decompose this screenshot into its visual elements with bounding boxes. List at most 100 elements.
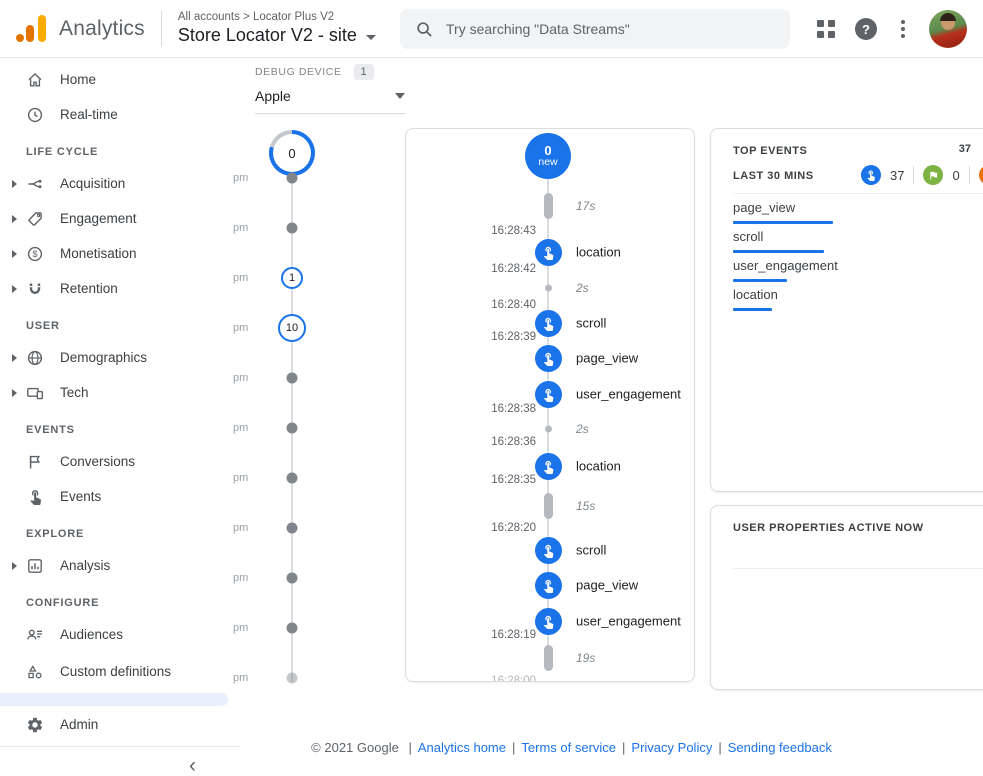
top-events-card: TOP EVENTS 37 LAST 30 MINS 370 page_view… xyxy=(710,128,983,492)
expand-arrow-icon[interactable] xyxy=(12,562,26,570)
event-name[interactable]: page_view xyxy=(576,351,638,366)
minute-marker-dot[interactable] xyxy=(287,523,298,534)
minute-marker-count[interactable]: 1 xyxy=(281,267,303,289)
divider xyxy=(733,193,983,194)
new-events-marker[interactable]: 0 new xyxy=(525,133,571,179)
sidebar-item-label: Tech xyxy=(60,385,190,401)
apps-grid-icon[interactable] xyxy=(817,20,835,38)
top-event-row[interactable]: location xyxy=(733,286,983,315)
minute-label: pm xyxy=(233,572,248,584)
error-icon xyxy=(979,165,983,185)
sidebar-item-tech[interactable]: Tech xyxy=(0,375,222,410)
event-marker[interactable] xyxy=(535,345,562,372)
acquisition-icon xyxy=(26,175,44,193)
sidebar-item-label: Audiences xyxy=(60,627,190,643)
minute-row: pm xyxy=(225,666,335,690)
sidebar-item-real-time[interactable]: Real-time xyxy=(0,97,222,132)
minute-label: pm xyxy=(233,372,248,384)
minute-marker-dot[interactable] xyxy=(287,423,298,434)
sidebar-item-acquisition[interactable]: Acquisition xyxy=(0,166,222,201)
event-marker[interactable] xyxy=(535,381,562,408)
minute-marker-dot[interactable] xyxy=(287,223,298,234)
minute-marker-dot[interactable] xyxy=(287,373,298,384)
minutes-stream: 0 pmpmpm1pm10pmpmpmpmpmpmpm xyxy=(225,128,335,690)
event-marker[interactable] xyxy=(535,310,562,337)
sidebar-item-label: Engagement xyxy=(60,211,190,227)
expand-arrow-icon[interactable] xyxy=(12,250,26,258)
event-name[interactable]: user_engagement xyxy=(576,614,681,629)
event-name[interactable]: scroll xyxy=(576,543,606,558)
expand-arrow-icon[interactable] xyxy=(12,389,26,397)
search-input[interactable]: Try searching "Data Streams" xyxy=(400,9,790,49)
minute-label: pm xyxy=(233,222,248,234)
event-marker[interactable] xyxy=(535,537,562,564)
minute-row: pm xyxy=(225,216,335,240)
sidebar-selected-item-highlight[interactable] xyxy=(0,693,228,706)
event-name[interactable]: location xyxy=(576,245,621,260)
footer-link-sending-feedback[interactable]: Sending feedback xyxy=(728,740,832,755)
top-event-row[interactable]: scroll xyxy=(733,228,983,257)
minute-label: pm xyxy=(233,272,248,284)
expand-arrow-icon[interactable] xyxy=(12,354,26,362)
sidebar-nav: HomeReal-timeLIFE CYCLEAcquisitionEngage… xyxy=(0,58,222,776)
sidebar-item-monetisation[interactable]: $Monetisation xyxy=(0,236,222,271)
property-selector[interactable]: Store Locator V2 - site xyxy=(178,25,376,46)
touch-icon xyxy=(541,316,556,331)
touch-icon xyxy=(861,165,881,185)
gap-duration-label: 15s xyxy=(576,499,595,513)
sidebar-item-engagement[interactable]: Engagement xyxy=(0,201,222,236)
new-events-count: 0 xyxy=(544,144,551,158)
top-event-bar xyxy=(733,250,824,253)
sidebar-item-conversions[interactable]: Conversions xyxy=(0,444,222,479)
footer-link-analytics-home[interactable]: Analytics home xyxy=(418,740,506,755)
expand-arrow-icon[interactable] xyxy=(12,285,26,293)
sidebar-item-events[interactable]: Events xyxy=(0,479,222,514)
sidebar-item-analysis[interactable]: Analysis xyxy=(0,548,222,583)
tag-icon xyxy=(26,210,44,228)
expand-arrow-icon[interactable] xyxy=(12,215,26,223)
user-avatar[interactable] xyxy=(929,10,967,48)
footer-link-terms-of-service[interactable]: Terms of service xyxy=(521,740,616,755)
minute-marker-dot[interactable] xyxy=(287,173,298,184)
kebab-menu-icon[interactable] xyxy=(897,16,909,42)
event-name[interactable]: page_view xyxy=(576,578,638,593)
event-marker[interactable] xyxy=(535,572,562,599)
minute-marker-dot[interactable] xyxy=(287,473,298,484)
expand-arrow-icon[interactable] xyxy=(12,180,26,188)
gear-icon xyxy=(26,716,44,734)
event-marker[interactable] xyxy=(535,239,562,266)
event-name[interactable]: scroll xyxy=(576,316,606,331)
minute-marker-dot[interactable] xyxy=(287,623,298,634)
sidebar-item-audiences[interactable]: Audiences xyxy=(0,617,222,652)
minute-marker-dot[interactable] xyxy=(287,573,298,584)
minute-marker-count[interactable]: 10 xyxy=(278,314,306,342)
sidebar-item-demographics[interactable]: Demographics xyxy=(0,340,222,375)
sidebar-item-retention[interactable]: Retention xyxy=(0,271,222,306)
sidebar-item-label: Conversions xyxy=(60,454,190,470)
sidebar-item-label: Home xyxy=(60,72,190,88)
minute-label: pm xyxy=(233,522,248,534)
event-marker[interactable] xyxy=(535,608,562,635)
event-name[interactable]: location xyxy=(576,459,621,474)
sidebar-item-home[interactable]: Home xyxy=(0,62,222,97)
gap-capsule-marker xyxy=(544,493,553,519)
top-event-bar xyxy=(733,221,833,224)
debug-device-select[interactable]: Apple xyxy=(255,88,405,114)
minute-marker-dot[interactable] xyxy=(287,673,298,684)
debug-device-label: DEBUG DEVICE xyxy=(255,66,342,78)
footer-link-privacy-policy[interactable]: Privacy Policy xyxy=(631,740,712,755)
gap-capsule-marker xyxy=(544,645,553,671)
event-timestamp: 16:28:39 xyxy=(406,331,536,343)
event-name[interactable]: user_engagement xyxy=(576,387,681,402)
debug-device-count-badge: 1 xyxy=(354,64,374,80)
sidebar-item-admin[interactable]: Admin xyxy=(0,707,222,742)
minute-row: pm10 xyxy=(225,316,335,340)
sidebar-section-configure: CONFIGURE xyxy=(0,589,222,617)
collapse-sidebar-button[interactable]: ‹ xyxy=(189,755,196,776)
help-icon[interactable]: ? xyxy=(855,18,877,40)
sidebar-item-custom-definitions[interactable]: Custom definitions xyxy=(0,652,222,692)
top-event-row[interactable]: page_view xyxy=(733,199,983,228)
event-marker[interactable] xyxy=(535,453,562,480)
top-event-row[interactable]: user_engagement xyxy=(733,257,983,286)
touch-icon xyxy=(541,351,556,366)
